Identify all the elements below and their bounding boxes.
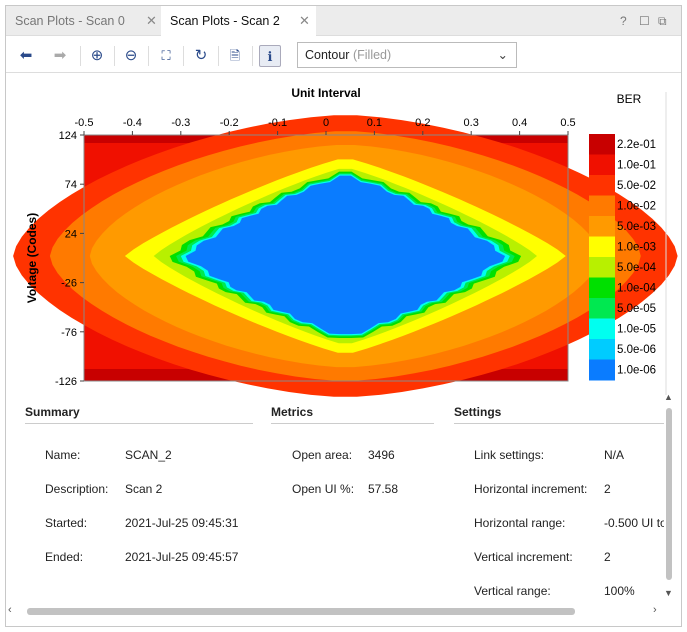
y-tick-label: -126 [55,376,77,388]
summary-heading: Summary [25,405,253,424]
y-tick-label: 124 [59,130,77,142]
x-tick-label: 0 [323,117,329,129]
horizontal-scrollbar[interactable]: ‹ › [5,604,663,618]
legend-label: 5.0e-04 [617,262,657,274]
settings-label: Vertical range: [474,584,551,598]
x-tick-label: 0.3 [464,117,479,129]
y-tick-label: 74 [65,179,77,191]
summary-label: Name: [45,448,81,462]
legend-swatch [589,318,615,340]
x-tick-label: -0.1 [268,117,287,129]
legend-swatch [589,175,615,196]
legend-swatch [589,134,615,155]
legend-swatch [589,277,615,299]
settings-label: Horizontal increment: [474,482,588,496]
summary-label: Ended: [45,550,84,564]
legend-label: 1.0e-03 [617,242,656,254]
legend-swatch [589,216,615,237]
x-tick-label: 0.2 [415,117,430,129]
legend-label: 2.2e-01 [617,139,656,151]
settings-value: 2 [604,550,611,564]
settings-value: N/A [604,448,625,462]
summary-value: 2021-Jul-25 09:45:57 [125,550,239,564]
metrics-label: Open UI %: [292,482,355,496]
metrics-label: Open area: [292,448,353,462]
summary-label: Started: [45,516,88,530]
x-tick-label: 0.5 [560,117,575,129]
summary-value: 2021-Jul-25 09:45:31 [125,516,239,530]
y-axis-title: Voltage (Codes) [25,213,39,303]
settings-value: -0.500 UI to [604,516,664,530]
legend-swatch [589,195,615,217]
legend-label: 5.0e-02 [617,180,656,192]
legend-label: 1.0e-06 [617,365,656,377]
summary-label: Description: [45,482,109,496]
vertical-scrollbar[interactable]: ▲ ▼ [663,392,675,604]
metrics-value: 57.58 [368,482,399,496]
legend-label: 5.0e-06 [617,344,656,356]
x-axis-title: Unit Interval [291,86,360,100]
eye-diagram-plot: Unit Interval -0.5 -0.4 -0.3 -0.2 -0.1 0 0.1 0.2… [13,86,678,397]
x-tick-label: -0.5 [75,117,94,129]
legend-swatch [589,298,615,319]
settings-label: Horizontal range: [474,516,566,530]
legend-swatch [589,154,615,176]
legend-label: 5.0e-03 [617,221,656,233]
x-tick-label: -0.4 [123,117,142,129]
y-tick-label: 24 [65,228,77,240]
legend-label: 1.0e-04 [617,283,657,295]
settings-label: Vertical increment: [474,550,573,564]
scroll-thumb[interactable] [27,608,575,615]
scroll-thumb[interactable] [666,408,672,580]
x-tick-label: -0.2 [220,117,239,129]
settings-label: Link settings: [474,448,545,462]
x-tick-label: 0.4 [512,117,527,129]
settings-value: 2 [604,482,611,496]
x-tick-label: 0.1 [367,117,382,129]
settings-value: 100% [604,584,635,598]
x-tick-label: -0.3 [171,117,190,129]
y-tick-label: -26 [61,278,77,290]
legend-swatch [589,339,615,360]
settings-heading: Settings [454,405,664,424]
legend-label: 1.0e-01 [617,160,656,172]
summary-value: Scan 2 [125,482,163,496]
y-tick-label: -76 [61,327,77,339]
legend-label: 1.0e-02 [617,201,656,213]
legend-label: 5.0e-05 [617,303,656,315]
metrics-heading: Metrics [271,405,434,424]
legend-swatch [589,359,615,381]
legend-swatch [589,257,615,278]
metrics-value: 3496 [368,448,395,462]
summary-value: SCAN_2 [125,448,172,462]
legend-swatch [589,236,615,258]
legend-title: BER [617,92,642,106]
legend-label: 1.0e-05 [617,324,656,336]
